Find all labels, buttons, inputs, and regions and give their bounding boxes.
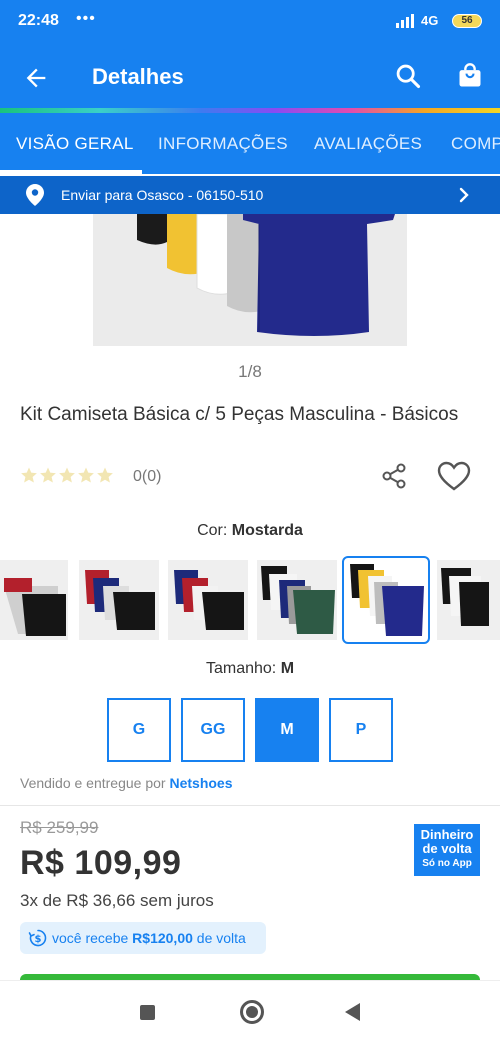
color-swatch[interactable]	[168, 560, 248, 640]
current-price: R$ 109,99	[20, 844, 182, 882]
cashback-prefix: você recebe	[52, 930, 129, 946]
heart-icon[interactable]	[437, 460, 471, 492]
image-counter: 1/8	[238, 362, 262, 381]
color-selected-value: Mostarda	[231, 522, 303, 539]
search-icon[interactable]	[394, 62, 422, 90]
rating-count[interactable]: 0(0)	[133, 468, 161, 486]
color-label-prefix: Cor:	[197, 522, 228, 539]
dinheiro-logo-line2: de volta	[422, 841, 472, 856]
seller-info: Vendido e entregue por Netshoes	[20, 775, 233, 791]
svg-text:$: $	[35, 934, 42, 945]
star-icon	[59, 467, 75, 483]
share-icon[interactable]	[380, 462, 408, 490]
network-type: 4G	[421, 13, 439, 28]
seller-prefix: Vendido e entregue por	[20, 775, 166, 791]
cashback-suffix: de volta	[196, 930, 246, 946]
size-option-p[interactable]: P	[329, 698, 393, 762]
size-label: Tamanho: M	[0, 660, 500, 678]
cashback-amount: R$120,00	[132, 930, 193, 946]
dinheiro-logo-line1: Dinheiro	[420, 827, 474, 842]
size-option-g[interactable]: G	[107, 698, 171, 762]
color-swatch[interactable]	[0, 560, 68, 640]
app-bar: Detalhes	[0, 44, 500, 110]
star-icon	[97, 467, 113, 483]
shipping-text: Enviar para Osasco - 06150-510	[61, 187, 264, 203]
recent-apps-icon[interactable]	[140, 1005, 155, 1020]
location-pin-icon	[26, 184, 44, 206]
color-swatch-list	[0, 556, 500, 646]
seller-name-link[interactable]: Netshoes	[169, 775, 232, 791]
color-label: Cor: Mostarda	[0, 522, 500, 540]
shopping-bag-icon[interactable]	[456, 62, 484, 90]
battery-icon: 56	[452, 14, 482, 28]
tab-informacoes[interactable]: INFORMAÇÕES	[158, 134, 288, 154]
divider	[0, 805, 500, 806]
old-price: R$ 259,99	[20, 818, 99, 837]
status-time: 22:48	[18, 12, 59, 29]
star-icon	[78, 467, 94, 483]
status-bar: 22:48 ••• 4G 56	[0, 0, 500, 44]
tab-avaliacoes[interactable]: AVALIAÇÕES	[314, 134, 422, 154]
size-selected-value: M	[280, 660, 295, 677]
signal-icon	[396, 14, 416, 28]
tab-bar: VISÃO GERAL INFORMAÇÕES AVALIAÇÕES COMP	[0, 113, 500, 174]
cashback-icon: $	[28, 929, 47, 947]
cashback-badge: $ você recebe R$120,00 de volta	[20, 922, 266, 954]
color-swatch[interactable]	[79, 560, 159, 640]
size-option-gg[interactable]: GG	[181, 698, 245, 762]
back-triangle-icon[interactable]	[345, 1003, 360, 1021]
home-icon[interactable]	[240, 1000, 264, 1024]
page-title: Detalhes	[92, 64, 184, 89]
product-title: Kit Camiseta Básica c/ 5 Peças Masculina…	[20, 404, 459, 425]
dinheiro-de-volta-logo: Dinheiro de volta Só no App	[414, 824, 480, 876]
star-icon	[21, 467, 37, 483]
product-image[interactable]	[93, 214, 407, 346]
tab-comp[interactable]: COMP	[451, 134, 500, 154]
shipping-location-bar[interactable]: Enviar para Osasco - 06150-510	[0, 176, 500, 214]
chevron-right-icon	[459, 187, 469, 203]
color-swatch-selected[interactable]	[342, 556, 430, 644]
tshirts-illustration	[137, 214, 395, 336]
tab-active-indicator	[0, 170, 142, 174]
cashback-text: você recebe R$120,00 de volta	[52, 930, 246, 946]
color-swatch[interactable]	[257, 560, 337, 640]
size-option-m[interactable]: M	[255, 698, 319, 762]
size-label-prefix: Tamanho:	[205, 660, 277, 677]
dinheiro-logo-line3: Só no App	[422, 858, 472, 869]
tab-visao-geral[interactable]: VISÃO GERAL	[16, 134, 134, 154]
arrow-left-icon[interactable]	[22, 64, 50, 92]
star-icon	[40, 467, 56, 483]
rating-stars[interactable]	[20, 466, 115, 486]
notification-dots: •••	[76, 10, 96, 27]
system-nav-bar	[0, 980, 500, 1041]
color-swatch[interactable]	[437, 560, 500, 640]
installments-text: 3x de R$ 36,66 sem juros	[20, 891, 214, 910]
